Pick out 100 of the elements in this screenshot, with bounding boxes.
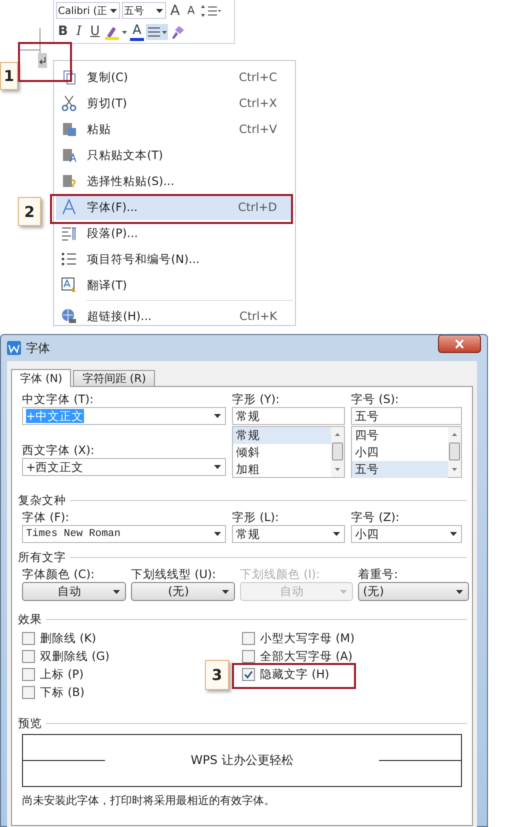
preview-note: 尚未安装此字体，打印时将采用最相近的有效字体。: [22, 793, 276, 808]
step-marker: 2: [18, 197, 41, 226]
field-label: 下划线线型 (U):: [131, 567, 217, 582]
menu-item[interactable]: 剪切(T) Ctrl+X: [56, 90, 293, 116]
menu-item[interactable]: 段落(P)...: [56, 220, 293, 246]
caret-icon: [455, 588, 464, 594]
paste-text-icon: [61, 147, 77, 163]
caret-icon: [213, 413, 222, 419]
dropdown-field[interactable]: 小四: [351, 525, 462, 543]
shrink-font-button[interactable]: A: [184, 2, 198, 20]
dropdown-button[interactable]: (无): [358, 582, 469, 601]
field-label: 字体颜色 (C):: [22, 567, 96, 582]
menu-item[interactable]: 项目符号和编号(N)...: [56, 246, 293, 272]
app-logo-icon: [7, 341, 21, 355]
checkbox[interactable]: [22, 632, 35, 644]
field-label: 字形 (L):: [232, 510, 280, 525]
checkbox[interactable]: [242, 668, 255, 680]
checkbox[interactable]: [242, 650, 255, 662]
field-label: 字号 (Z):: [351, 510, 400, 525]
highlight-frame: [18, 42, 72, 82]
checkbox[interactable]: [22, 668, 35, 680]
caret-icon: [332, 531, 341, 537]
text-field[interactable]: 常规: [232, 407, 345, 425]
section-title: 效果: [18, 612, 42, 627]
caret-icon: [213, 531, 222, 537]
checkbox-label: 删除线 (K): [40, 630, 96, 646]
dropdown-field[interactable]: Times New Roman: [22, 525, 226, 543]
menu-item[interactable]: 翻译(T): [56, 272, 293, 298]
checkbox-label: 双删除线 (G): [40, 648, 110, 664]
dropdown-button[interactable]: (无): [131, 582, 235, 601]
list-option[interactable]: 倾斜: [233, 444, 331, 461]
dropdown-button[interactable]: 自动: [22, 582, 126, 601]
menu-item[interactable]: 复制(C) Ctrl+C: [56, 64, 293, 90]
checkbox-label: 隐藏文字 (H): [260, 666, 330, 682]
preview-text: WPS 让办公更轻松: [190, 752, 294, 769]
close-icon[interactable]: [438, 335, 481, 353]
list-option[interactable]: 四号: [352, 427, 448, 444]
list-option[interactable]: 小四: [352, 444, 448, 461]
line-spacing-icon[interactable]: [200, 4, 222, 18]
align-icon[interactable]: [146, 24, 168, 40]
caret-icon: [108, 8, 118, 14]
tab[interactable]: 字符间距 (R): [73, 370, 156, 386]
caret-icon: [155, 8, 164, 14]
menu-item[interactable]: 粘贴 Ctrl+V: [56, 116, 293, 142]
field-label: 下划线颜色 (I):: [240, 567, 321, 582]
tab[interactable]: 字体 (N): [11, 369, 72, 387]
field-label: 字形 (Y):: [232, 392, 281, 407]
window-title: 字体: [26, 340, 50, 356]
brush-icon[interactable]: [170, 24, 186, 40]
bold-button[interactable]: B: [56, 22, 70, 40]
checkbox[interactable]: [22, 686, 35, 698]
list-option[interactable]: 五号: [352, 461, 448, 478]
field-label: 中文字体 (T):: [22, 392, 95, 407]
list-box[interactable]: 四号 小四 五号: [351, 426, 462, 478]
menu-item[interactable]: 字体(F)... Ctrl+D: [56, 194, 293, 220]
checkbox-label: 上标 (P): [40, 666, 84, 682]
field-label: 西文字体 (X):: [22, 443, 96, 458]
link-icon: [61, 308, 77, 324]
paragraph-mark-icon: [18, 28, 48, 70]
checkbox[interactable]: [22, 650, 35, 662]
italic-button[interactable]: I: [72, 22, 86, 40]
step-marker: 1: [0, 62, 18, 90]
field-label: 着重号:: [358, 567, 399, 582]
paragraph-icon: [61, 225, 77, 241]
field-label: 字号 (S):: [351, 392, 400, 407]
font-name-dropdown[interactable]: Calibri (正: [56, 2, 120, 19]
section-title: 所有文字: [18, 550, 66, 565]
field-label: 字体 (F):: [22, 510, 70, 525]
caret-icon: [112, 588, 121, 594]
font-size-dropdown[interactable]: 五号: [122, 2, 166, 19]
scrollbar-drawing: [448, 427, 461, 477]
checkbox-label: 全部大写字母 (A): [260, 648, 352, 664]
font-icon: [61, 199, 77, 215]
dropdown-field[interactable]: 常规: [232, 525, 345, 543]
cut-icon: [61, 95, 77, 111]
underline-button[interactable]: U: [88, 22, 102, 40]
checkbox[interactable]: [242, 632, 255, 644]
scrollbar-drawing: [331, 427, 344, 477]
copy-icon: [61, 69, 77, 85]
caret-icon: [213, 464, 222, 470]
list-box[interactable]: 常规 倾斜 加粗: [232, 426, 345, 478]
grow-font-button[interactable]: A: [168, 2, 182, 20]
caret-icon: [221, 588, 230, 594]
list-option[interactable]: 加粗: [233, 461, 331, 478]
menu-item[interactable]: 选择性粘贴(S)...: [56, 168, 293, 194]
checkbox-label: 小型大写字母 (M): [260, 630, 355, 646]
paste-special-icon: [61, 173, 77, 189]
caret-icon: [449, 531, 458, 537]
paste-icon: [61, 121, 77, 137]
text-field[interactable]: 五号: [351, 407, 462, 425]
menu-item[interactable]: 超链接(H)... Ctrl+K: [56, 303, 293, 329]
caret-icon: [339, 588, 348, 594]
list-option[interactable]: 常规: [233, 427, 331, 444]
menu-item[interactable]: 只粘贴文本(T): [56, 142, 293, 168]
dropdown-field[interactable]: +西文正文: [22, 458, 226, 476]
translate-icon: [61, 277, 77, 293]
step-marker: 3: [205, 660, 229, 690]
section-title: 复杂文种: [18, 493, 66, 508]
checkbox-label: 下标 (B): [40, 684, 85, 700]
section-title: 预览: [18, 716, 42, 731]
